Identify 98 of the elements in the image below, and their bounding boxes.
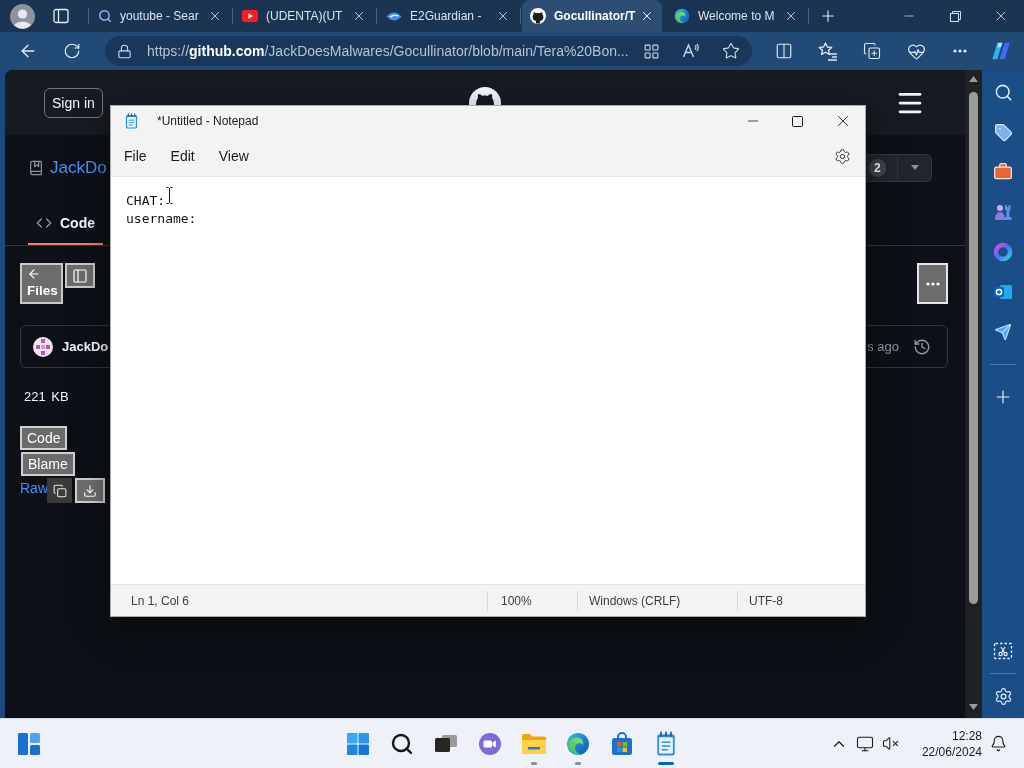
notepad-icon[interactable]: [656, 731, 676, 756]
app-grid-icon[interactable]: [642, 42, 660, 60]
browser-tab[interactable]: youtube - Sear: [90, 0, 230, 32]
monitor-icon[interactable]: [855, 734, 874, 753]
text-editor[interactable]: CHAT: username:: [111, 176, 865, 584]
chess-pieces-icon[interactable]: [993, 202, 1013, 222]
scrollbar-thumb[interactable]: [969, 92, 978, 604]
paper-plane-icon[interactable]: [994, 323, 1012, 341]
maximize-icon[interactable]: [792, 115, 803, 127]
scroll-up-arrow-icon[interactable]: [969, 76, 978, 82]
download-button[interactable]: [75, 478, 105, 503]
browser-tab[interactable]: Gocullinator/T: [522, 0, 662, 32]
counter-badge: 2: [869, 158, 886, 177]
overlapping-windows-icon[interactable]: [434, 732, 458, 755]
browser-tab[interactable]: E2Guardian -: [378, 0, 518, 32]
caret-icon[interactable]: [910, 165, 919, 170]
sign-in-button[interactable]: Sign in: [44, 87, 103, 118]
running-indicator: [575, 762, 581, 765]
settings-icon[interactable]: [993, 686, 1013, 706]
close-tab-icon[interactable]: [208, 9, 222, 23]
address-field[interactable]: https://github.com/JackDoesMalwares/Gocullinator/blob/main/Tera%20Bon...: [105, 36, 752, 66]
profile-avatar-icon[interactable]: [10, 3, 35, 29]
scroll-down-arrow-icon[interactable]: [969, 704, 978, 710]
toolbox-icon[interactable]: [993, 162, 1013, 182]
eye-favicon-icon: [386, 10, 402, 22]
lock-icon[interactable]: [117, 43, 132, 59]
browser-tab[interactable]: (UDENTA)(UT: [234, 0, 374, 32]
menu-item[interactable]: File: [114, 142, 157, 170]
shopping-bag-icon[interactable]: [610, 731, 634, 756]
encoding: UTF-8: [737, 590, 865, 611]
close-tab-icon[interactable]: [640, 9, 654, 23]
ribbon-logo-icon[interactable]: [990, 40, 1012, 62]
history-icon[interactable]: [913, 337, 931, 356]
avatar-icon: [33, 336, 53, 357]
mail-logo-icon[interactable]: [993, 282, 1013, 302]
read-aloud-icon[interactable]: [682, 42, 700, 60]
close-tab-icon[interactable]: [352, 9, 366, 23]
clock-date: 22/06/2024: [921, 743, 982, 760]
favorites-icon[interactable]: [818, 41, 838, 61]
search-favicon-icon: [98, 9, 112, 23]
start-icon[interactable]: [347, 732, 369, 755]
screenshot-icon[interactable]: [993, 641, 1013, 661]
play-favicon-icon: [242, 10, 258, 22]
menu-item[interactable]: View: [208, 142, 259, 170]
swirl-logo-icon[interactable]: [566, 731, 590, 756]
new-tab-icon[interactable]: [819, 7, 837, 25]
menu-item[interactable]: Edit: [160, 142, 205, 170]
search-icon[interactable]: [993, 82, 1013, 102]
panel-icon: [72, 267, 88, 284]
split-button[interactable]: 2: [866, 153, 932, 182]
running-indicator: [531, 762, 537, 765]
file-size: 221 KB: [23, 390, 69, 404]
search-icon[interactable]: [390, 731, 414, 756]
zoom-level: 100%: [487, 590, 577, 611]
author-name: JackDo: [62, 339, 109, 354]
back-arrow-icon: [27, 267, 41, 281]
settings-icon[interactable]: [834, 147, 851, 165]
browser-tab[interactable]: Welcome to M: [666, 0, 806, 32]
raw-link[interactable]: Raw: [20, 480, 48, 496]
folder-icon[interactable]: [521, 732, 547, 755]
ring-logo-icon[interactable]: [993, 242, 1013, 262]
copy-button[interactable]: [47, 478, 72, 503]
running-indicator: [658, 762, 674, 765]
notepad-icon: [125, 113, 138, 129]
commit-time: s ago: [867, 339, 899, 354]
video-chat-icon[interactable]: [478, 731, 502, 756]
sidebar-toggle-button[interactable]: [65, 263, 95, 288]
tag-icon[interactable]: [993, 122, 1013, 142]
cat-favicon-icon: [530, 8, 546, 24]
collections-icon[interactable]: [863, 42, 881, 60]
clock-time: 12:28: [951, 727, 982, 744]
files-button[interactable]: Files: [20, 263, 63, 304]
nav-tab[interactable]: Code: [28, 205, 103, 245]
download-icon: [83, 483, 97, 498]
swirl-favicon-icon: [674, 8, 690, 24]
refresh-icon[interactable]: [63, 42, 81, 60]
close-tab-icon[interactable]: [496, 9, 510, 23]
heart-pulse-icon[interactable]: [906, 41, 926, 61]
close-tab-icon[interactable]: [784, 9, 798, 23]
view-button[interactable]: Blame: [21, 452, 75, 476]
repo-icon: [28, 159, 44, 176]
line-endings: Windows (CRLF): [577, 590, 737, 611]
cursor-position: Ln 1, Col 6: [130, 592, 191, 610]
copy-icon: [52, 483, 67, 498]
widgets-icon[interactable]: [17, 731, 41, 756]
more-icon: [925, 281, 940, 286]
tabs-icon[interactable]: [53, 8, 69, 24]
more-icon[interactable]: [953, 49, 967, 53]
more-button[interactable]: [917, 263, 948, 304]
muted-speaker-icon[interactable]: [882, 735, 900, 752]
split-screen-icon[interactable]: [775, 42, 793, 60]
text-cursor-icon: [166, 187, 173, 204]
star-icon[interactable]: [722, 42, 740, 60]
restore-icon[interactable]: [949, 10, 961, 22]
view-button[interactable]: Code: [20, 426, 68, 450]
repo-name-link[interactable]: JackDo: [50, 157, 107, 178]
bell-icon[interactable]: [989, 735, 1007, 752]
window-title: *Untitled - Notepad: [157, 114, 259, 128]
